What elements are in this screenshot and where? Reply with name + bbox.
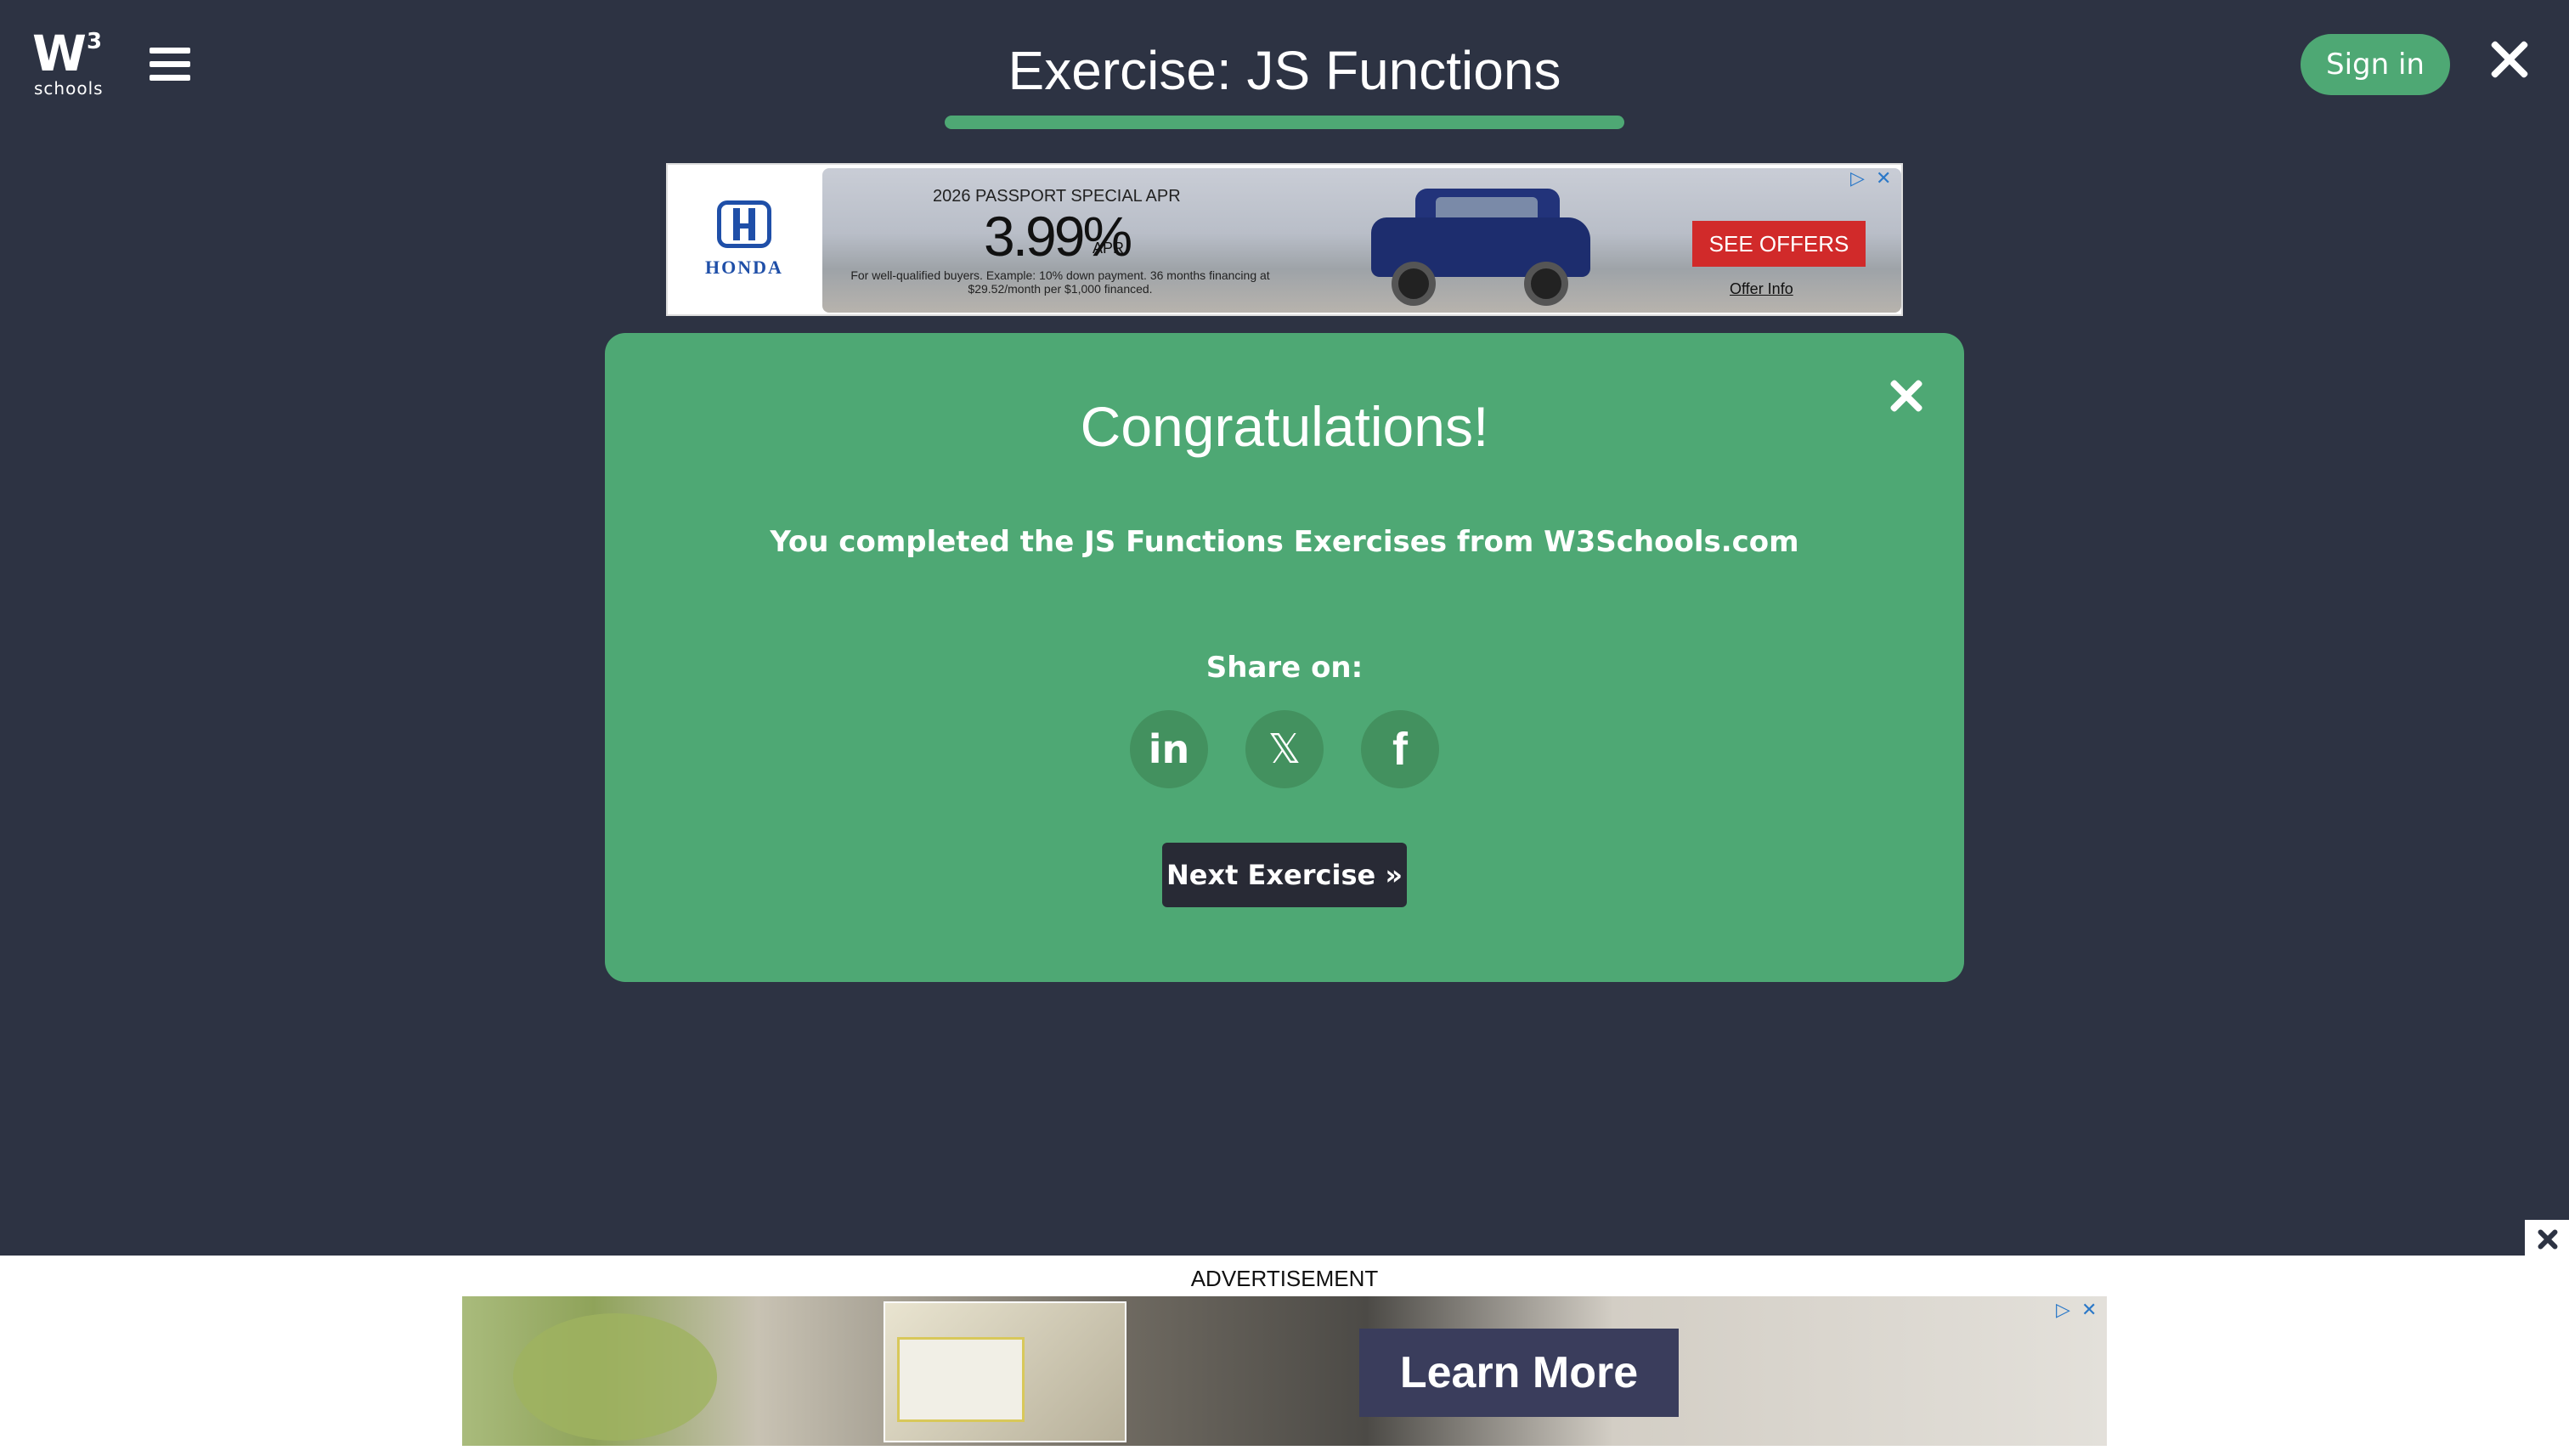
adchoices-icon[interactable]: ▷ [2056, 1300, 2070, 1321]
linkedin-share-button[interactable]: in [1130, 710, 1208, 788]
advertisement-label: ADVERTISEMENT [1190, 1266, 1379, 1291]
ad-rate-unit: APR [1093, 240, 1125, 257]
bottom-advertisement: ADVERTISEMENT Learn More ▷ ✕ [0, 1256, 2569, 1456]
congratulations-panel: Congratulations! You completed the JS Fu… [605, 333, 1964, 982]
ad-background-shape [513, 1313, 717, 1441]
x-share-button[interactable]: 𝕏 [1245, 710, 1324, 788]
close-icon [2535, 1227, 2561, 1252]
facebook-icon: f [1392, 724, 1408, 775]
offer-info-link[interactable]: Offer Info [1730, 280, 1793, 298]
bottom-ad-banner[interactable]: Learn More ▷ ✕ [462, 1296, 2107, 1446]
honda-brand-name: HONDA [705, 257, 783, 278]
ad-close-icon[interactable]: ✕ [1876, 168, 1891, 189]
hamburger-menu-icon[interactable] [150, 48, 190, 85]
learn-more-button[interactable]: Learn More [1359, 1329, 1679, 1417]
page-title: Exercise: JS Functions [1008, 40, 1561, 101]
ad-rate: 3.99% [984, 205, 1132, 268]
see-offers-button[interactable]: SEE OFFERS [1692, 221, 1866, 267]
share-label: Share on: [1205, 651, 1364, 685]
facebook-share-button[interactable]: f [1361, 710, 1439, 788]
linkedin-icon: in [1148, 726, 1190, 772]
completion-message: You completed the JS Functions Exercises… [770, 525, 1799, 559]
w3schools-logo[interactable]: W 3 schools [32, 29, 104, 100]
x-icon: 𝕏 [1268, 725, 1301, 773]
ad-photo: 2026 PASSPORT SPECIAL APR 3.99% APR For … [822, 168, 1901, 313]
ad-fine-print: For well-qualified buyers. Example: 10% … [850, 268, 1270, 296]
honda-h-icon [717, 200, 771, 248]
logo-subtext: schools [34, 78, 104, 99]
title-progress-bar [945, 116, 1624, 129]
ad-close-icon[interactable]: ✕ [2081, 1300, 2097, 1321]
close-icon[interactable] [2486, 36, 2533, 83]
next-exercise-button[interactable]: Next Exercise » [1162, 843, 1407, 907]
honda-logo: HONDA [668, 165, 821, 314]
ad-video-thumbnail [884, 1301, 1126, 1442]
logo-superscript: 3 [87, 29, 103, 54]
bottom-ad-close-button[interactable] [2525, 1220, 2569, 1257]
sign-in-button[interactable]: Sign in [2301, 34, 2450, 95]
suv-image [1363, 183, 1594, 306]
adchoices-icon[interactable]: ▷ [1850, 168, 1865, 189]
congratulations-heading: Congratulations! [1080, 395, 1489, 458]
top-advertisement[interactable]: HONDA 2026 PASSPORT SPECIAL APR 3.99% AP… [666, 163, 1903, 316]
